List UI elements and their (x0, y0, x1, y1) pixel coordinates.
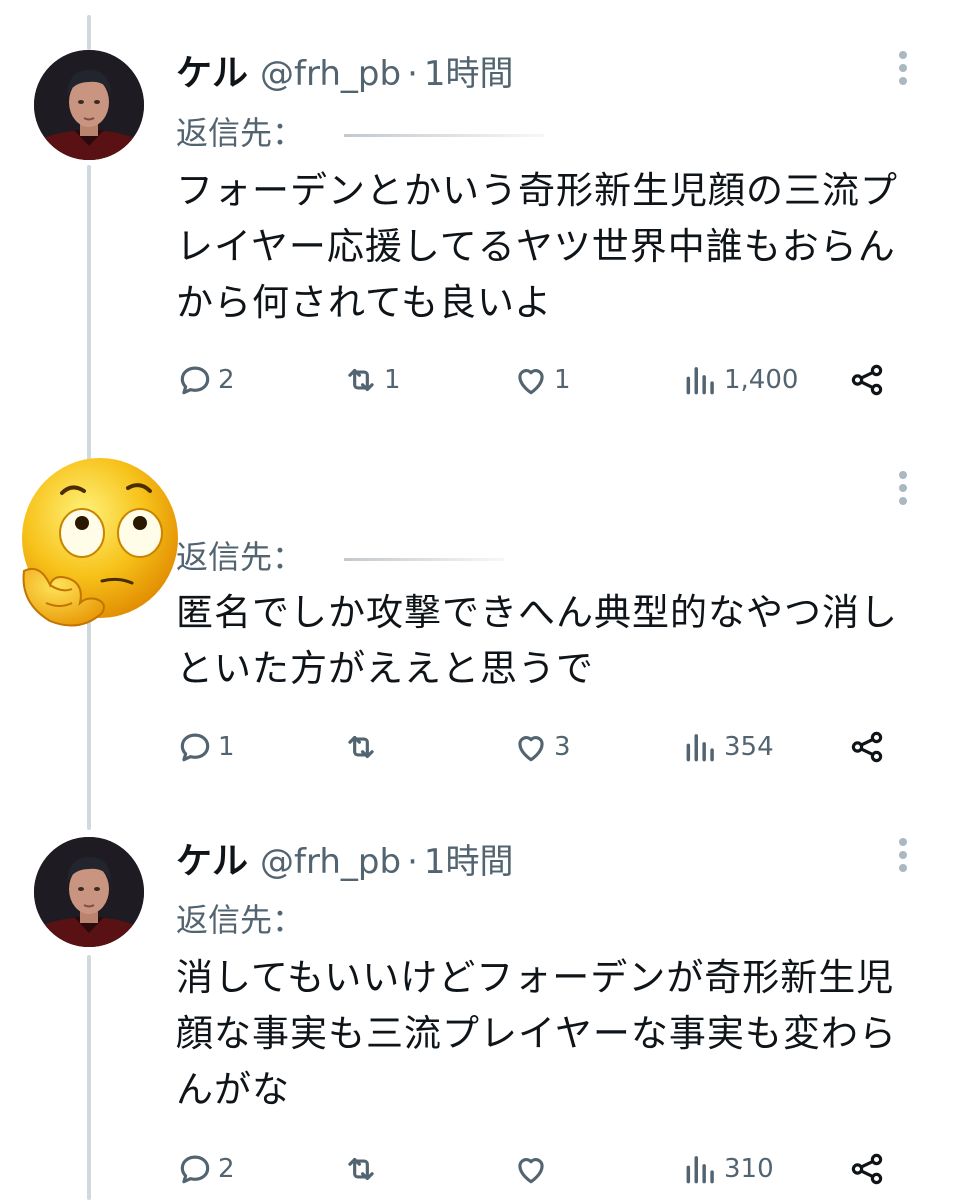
tweet[interactable]: ケル @frh_pb · 1時間 返信先： 消してもいいけどフォーデンが奇形新生… (0, 825, 959, 1200)
heart-icon (518, 736, 544, 762)
view-count: 310 (724, 1154, 774, 1184)
retweet-icon (348, 1157, 374, 1181)
reply-to-line: 返信先： (176, 895, 344, 941)
views-chart-icon (686, 734, 714, 762)
tweet-text: フォーデンとかいう奇形新生児顔の三流プレイヤー応援してるヤツ世界中誰もおらんから… (176, 169, 898, 324)
like-button[interactable]: 3 (512, 725, 571, 769)
tweet-header: ケル @frh_pb · 1時間 (176, 832, 514, 884)
separator-dot: · (407, 54, 418, 94)
more-vertical-icon[interactable] (896, 838, 910, 872)
redacted-mention (344, 557, 505, 561)
views-button[interactable]: 1,400 (682, 358, 798, 402)
display-name[interactable]: ケル (176, 44, 248, 96)
avatar[interactable] (34, 50, 144, 160)
timestamp[interactable]: 1時間 (424, 834, 514, 883)
avatar[interactable] (34, 837, 144, 947)
reply-to-line: 返信先： (176, 532, 505, 578)
retweet-icon (348, 735, 374, 759)
display-name[interactable]: ケル (176, 832, 248, 884)
share-button[interactable] (848, 358, 886, 402)
tweet-actions: 1 3 354 (176, 725, 896, 769)
share-button[interactable] (848, 725, 886, 769)
like-count: 1 (554, 365, 571, 395)
timestamp[interactable]: 1時間 (424, 46, 514, 95)
reply-icon (180, 733, 210, 762)
view-count: 1,400 (724, 365, 799, 395)
tweet-text: 匿名でしか攻撃できへん典型的なやつ消しといた方がええと思うで (176, 591, 898, 690)
view-count: 354 (724, 732, 774, 762)
tweet-actions: 2 1 1 1,400 (176, 358, 896, 402)
username[interactable]: @frh_pb (260, 54, 401, 94)
tweet[interactable]: ケル @frh_pb · 1時間 返信先： フォーデンとかいう奇形新生児顔の三流… (0, 0, 959, 440)
reply-count: 2 (218, 365, 235, 395)
redacted-mention (344, 133, 545, 137)
reply-icon (180, 366, 210, 395)
reply-to-label: 返信先： (176, 114, 305, 152)
more-vertical-icon[interactable] (896, 471, 910, 505)
reply-button[interactable]: 2 (176, 358, 235, 402)
separator-dot: · (407, 842, 418, 882)
reply-count: 2 (218, 1154, 235, 1184)
reply-icon (180, 1155, 210, 1184)
retweet-button[interactable]: 1 (342, 358, 401, 402)
views-button[interactable]: 354 (682, 725, 774, 769)
reply-to-label: 返信先： (176, 538, 305, 576)
tweet-header: ケル @frh_pb · 1時間 (176, 44, 514, 96)
share-icon (851, 364, 883, 396)
tweet-actions: 2 310 (176, 1147, 896, 1191)
reply-to-line: 返信先： (176, 108, 545, 154)
reply-count: 1 (218, 732, 235, 762)
reply-button[interactable]: 1 (176, 725, 235, 769)
share-icon (851, 1153, 883, 1185)
share-icon (851, 731, 883, 763)
views-chart-icon (686, 1156, 714, 1184)
tweet-text: 消してもいいけどフォーデンが奇形新生児顔な事実も三流プレイヤーな事実も変わらんが… (176, 956, 897, 1111)
heart-icon (518, 1158, 544, 1184)
retweet-button[interactable] (342, 1147, 384, 1191)
avatar-image (34, 837, 144, 947)
heart-icon (518, 369, 544, 395)
retweet-icon (348, 368, 374, 392)
more-vertical-icon[interactable] (896, 51, 910, 85)
views-button[interactable]: 310 (682, 1147, 774, 1191)
like-button[interactable] (512, 1147, 554, 1191)
retweet-button[interactable] (342, 725, 384, 769)
avatar-image (34, 50, 144, 160)
thinking-face-emoji (10, 453, 180, 643)
share-button[interactable] (848, 1147, 886, 1191)
username[interactable]: @frh_pb (260, 842, 401, 882)
reply-button[interactable]: 2 (176, 1147, 235, 1191)
like-button[interactable]: 1 (512, 358, 571, 402)
like-count: 3 (554, 732, 571, 762)
views-chart-icon (686, 367, 714, 395)
reply-to-label: 返信先： (176, 901, 305, 939)
retweet-count: 1 (384, 365, 401, 395)
